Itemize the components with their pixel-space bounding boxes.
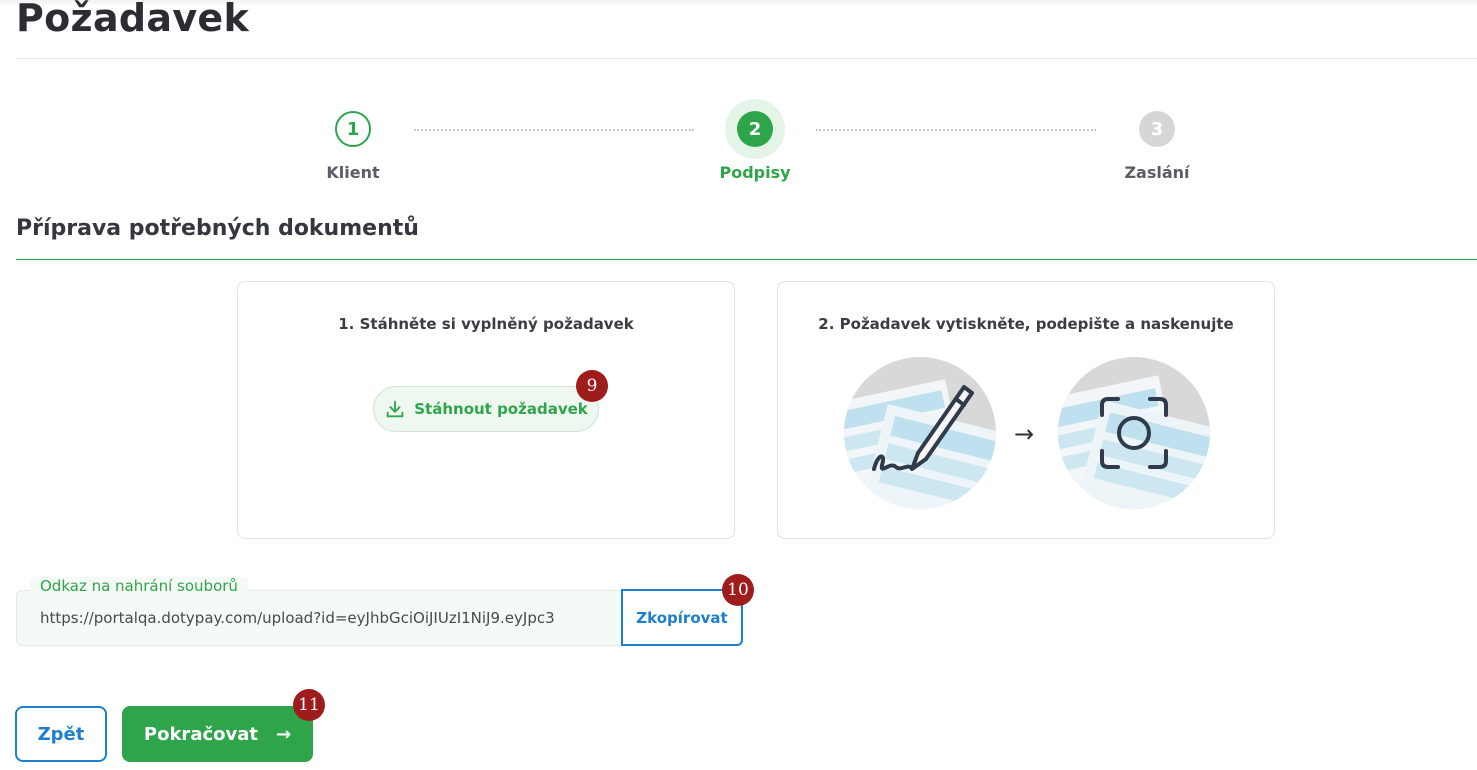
download-request-button[interactable]: Stáhnout požadavek	[373, 386, 599, 432]
pen-signing-icon	[844, 373, 996, 509]
download-card: 1. Stáhněte si vyplněný požadavek Stáhno…	[237, 281, 735, 539]
scan-document-illustration	[1058, 357, 1210, 509]
download-card-heading: 1. Stáhněte si vyplněný požadavek	[338, 315, 634, 333]
annotation-badge: 11	[293, 689, 325, 721]
title-divider	[16, 58, 1477, 59]
step-klient[interactable]: 1 Klient	[283, 111, 423, 182]
upload-link-input[interactable]	[40, 606, 596, 630]
step-zaslani: 3 Zaslání	[1087, 111, 1227, 182]
sign-card: 2. Požadavek vytiskněte, podepište a nas…	[777, 281, 1275, 539]
download-icon	[386, 400, 404, 418]
page-title: Požadavek	[16, 0, 250, 40]
sign-document-illustration	[844, 357, 996, 509]
step-label: Klient	[326, 163, 380, 182]
annotation-badge: 9	[576, 370, 608, 402]
step-label: Podpisy	[719, 163, 791, 182]
sign-card-heading: 2. Požadavek vytiskněte, podepište a nas…	[818, 315, 1234, 333]
camera-scan-icon	[1058, 375, 1210, 509]
step-label: Zaslání	[1124, 163, 1190, 182]
continue-label: Pokračovat	[143, 723, 258, 745]
step-number: 3	[1139, 111, 1175, 147]
back-button[interactable]: Zpět	[15, 706, 107, 762]
arrow-right-icon: →	[1014, 420, 1035, 448]
step-number: 2	[737, 111, 773, 147]
step-podpisy[interactable]: 2 Podpisy	[685, 99, 825, 182]
continue-button[interactable]: Pokračovat →	[122, 706, 313, 762]
step-active-halo: 2	[725, 99, 785, 159]
step-number: 1	[335, 111, 371, 147]
upload-link-label: Odkaz na nahrání souborů	[30, 577, 248, 595]
section-title: Příprava potřebných dokumentů	[16, 216, 419, 241]
stepper-connector-2	[816, 129, 1096, 131]
stepper-connector-1	[414, 129, 694, 131]
download-request-label: Stáhnout požadavek	[414, 400, 588, 418]
section-divider	[16, 259, 1477, 260]
annotation-badge: 10	[722, 574, 754, 606]
arrow-right-icon: →	[275, 723, 292, 745]
